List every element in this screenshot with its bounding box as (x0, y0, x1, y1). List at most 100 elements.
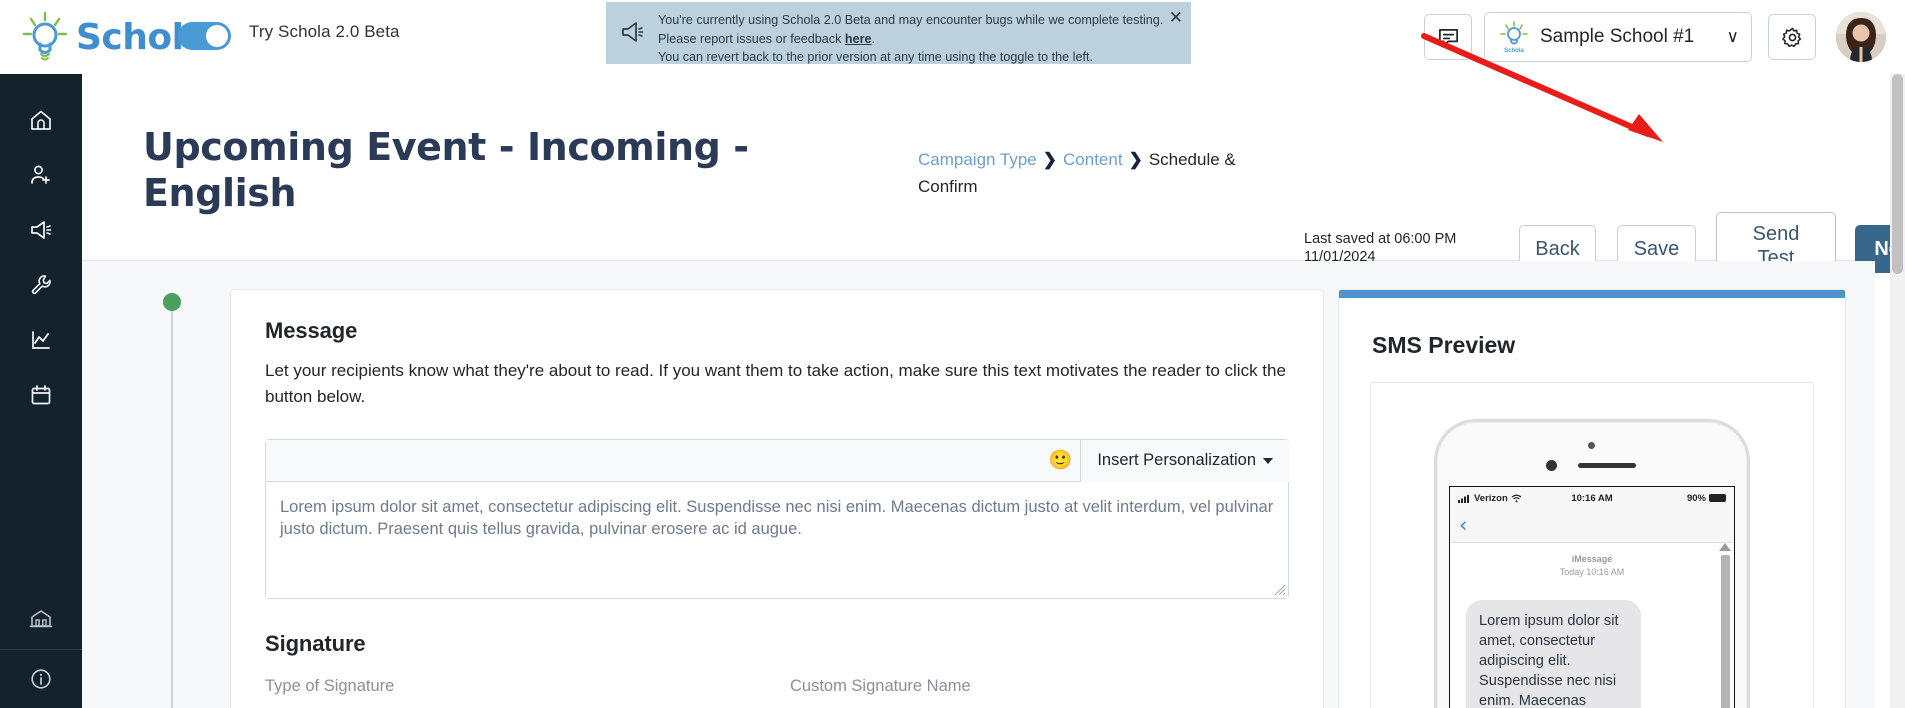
message-section-title: Message (265, 318, 358, 343)
signature-type-label: Type of Signature (265, 677, 395, 695)
page-header: Upcoming Event - Incoming - English Camp… (82, 74, 1905, 280)
imessage-service-label: iMessage (1571, 554, 1613, 564)
sms-preview-card: SMS Preview Verizon 10:16 AM 90% ‹ iMess… (1338, 289, 1846, 708)
step-timeline-dot (163, 293, 181, 311)
avatar-image (1836, 12, 1886, 62)
signature-type-group: Type of Signature (265, 677, 790, 696)
sms-preview-title: SMS Preview (1372, 332, 1516, 358)
sms-message-bubble: Lorem ipsum dolor sit amet, consectetur … (1466, 600, 1641, 708)
resize-handle[interactable] (1274, 584, 1286, 596)
signature-custom-name-label: Custom Signature Name (790, 677, 971, 695)
schola-mini-logo-icon: Schola (1497, 20, 1531, 54)
close-icon[interactable]: ✕ (1169, 10, 1183, 27)
insert-personalization-dropdown[interactable]: Insert Personalization (1080, 439, 1289, 482)
sidebar-item-calendar[interactable] (0, 367, 82, 422)
info-circle-icon (31, 669, 51, 689)
back-chevron-icon[interactable]: ‹ (1459, 515, 1467, 536)
wifi-icon (1511, 494, 1522, 502)
sidebar-item-tools[interactable] (0, 257, 82, 312)
sidebar-item-analytics[interactable] (0, 312, 82, 367)
page-title: Upcoming Event - Incoming - English (143, 125, 749, 215)
scroll-up-arrow-icon[interactable] (1719, 543, 1731, 551)
svg-text:Schola: Schola (1504, 48, 1524, 54)
sidebar-item-info[interactable] (0, 650, 82, 708)
megaphone-icon (31, 220, 52, 239)
chat-bubble-icon-button[interactable] (1424, 14, 1472, 60)
insert-personalization-label: Insert Personalization (1097, 451, 1256, 469)
breadcrumb-separator-icon: ❯ (1042, 150, 1058, 169)
phone-chat-area: iMessage Today 10:16 AM Lorem ipsum dolo… (1450, 543, 1734, 708)
banner-line-2-post: . (871, 31, 876, 46)
schola-bulb-icon (18, 10, 72, 64)
message-text-value: Lorem ipsum dolor sit amet, consectetur … (280, 498, 1274, 538)
beta-toggle-label: Try Schola 2.0 Beta (249, 22, 400, 41)
phone-camera-dot (1588, 442, 1595, 449)
battery-group: 90% (1687, 493, 1726, 504)
step-timeline-line (171, 311, 173, 708)
user-add-icon (31, 165, 50, 184)
beta-notice-banner: You're currently using Schola 2.0 Beta a… (606, 2, 1191, 64)
sidebar-item-school[interactable] (0, 587, 82, 649)
banner-line-1: You're currently using Schola 2.0 Beta a… (658, 13, 1164, 27)
preview-accent-bar (1339, 290, 1845, 298)
message-editor-toolbar: 🙂 Insert Personalization (266, 439, 1289, 482)
battery-icon (1709, 494, 1726, 502)
page-scrollbar[interactable] (1890, 74, 1905, 708)
carrier-name: Verizon (1474, 492, 1508, 504)
wrench-icon (31, 274, 51, 294)
phone-nav-bar: ‹ (1450, 509, 1734, 543)
banner-feedback-link[interactable]: here (845, 32, 872, 46)
school-name-label: Sample School #1 (1540, 26, 1695, 47)
chart-line-icon (32, 330, 50, 349)
imessage-meta: iMessage Today 10:16 AM (1450, 553, 1734, 579)
breadcrumb: Campaign Type ❯ Content ❯ Schedule & Confirm (918, 146, 1263, 200)
imessage-timestamp: Today 10:16 AM (1559, 567, 1625, 577)
page-scrollbar-thumb[interactable] (1892, 74, 1903, 274)
megaphone-icon (620, 21, 646, 81)
message-card: Message Let your recipients know what th… (230, 289, 1324, 708)
chevron-down-icon: ∨ (1726, 27, 1739, 47)
signature-section-title: Signature (265, 631, 366, 656)
settings-gear-button[interactable] (1768, 14, 1816, 60)
phone-clock: 10:16 AM (1571, 492, 1613, 504)
emoji-picker-icon[interactable]: 🙂 (1049, 451, 1073, 470)
beta-toggle-switch[interactable] (178, 22, 231, 50)
school-selector-dropdown[interactable]: Schola Sample School #1 ∨ (1484, 12, 1752, 62)
breadcrumb-step-campaign-type[interactable]: Campaign Type (918, 150, 1037, 169)
sidebar-item-campaigns[interactable] (0, 202, 82, 257)
message-text-input[interactable]: Lorem ipsum dolor sit amet, consectetur … (266, 482, 1288, 598)
signature-custom-name-group: Custom Signature Name (790, 677, 971, 696)
breadcrumb-separator-icon: ❯ (1128, 150, 1143, 169)
phone-preview-frame: Verizon 10:16 AM 90% ‹ iMessage Today 10… (1370, 382, 1814, 708)
carrier-group: Verizon (1458, 493, 1522, 504)
topbar-filler (1890, 0, 1905, 74)
caret-down-icon (1263, 457, 1273, 464)
signature-fields: Type of Signature Custom Signature Name (265, 677, 1289, 696)
home-icon (31, 110, 51, 130)
breadcrumb-step-content[interactable]: Content (1063, 150, 1123, 169)
banner-line-2: Please report issues or feedback here. (658, 30, 1163, 49)
school-building-icon (29, 610, 53, 628)
sidebar-bottom-group (0, 587, 82, 708)
battery-percent: 90% (1686, 492, 1706, 504)
sidebar-item-home[interactable] (0, 92, 82, 147)
left-sidebar (0, 74, 82, 708)
banner-line-2-pre: Please report issues or feedback (658, 31, 845, 46)
message-editor: 🙂 Insert Personalization Lorem ipsum dol… (265, 439, 1289, 599)
calendar-icon (31, 384, 51, 404)
phone-scrollbar-thumb[interactable] (1721, 555, 1730, 708)
user-avatar[interactable] (1836, 12, 1886, 62)
send-test-label-line1: Send (1752, 223, 1800, 245)
phone-mockup: Verizon 10:16 AM 90% ‹ iMessage Today 10… (1434, 419, 1750, 708)
phone-status-bar: Verizon 10:16 AM 90% (1450, 487, 1734, 509)
banner-line-3: You can revert back to the prior version… (658, 50, 1093, 64)
top-bar: Schola. Try Schola 2.0 Beta You're curre… (0, 0, 1905, 74)
phone-sensor-dot (1546, 460, 1557, 471)
gear-icon (1781, 27, 1801, 47)
sidebar-item-families[interactable] (0, 147, 82, 202)
message-section-description: Let your recipients know what they're ab… (265, 361, 1286, 406)
toggle-knob (206, 25, 228, 47)
signal-bars-icon (1458, 494, 1469, 503)
phone-screen: Verizon 10:16 AM 90% ‹ iMessage Today 10… (1449, 486, 1735, 708)
phone-speaker-bar (1578, 463, 1636, 468)
